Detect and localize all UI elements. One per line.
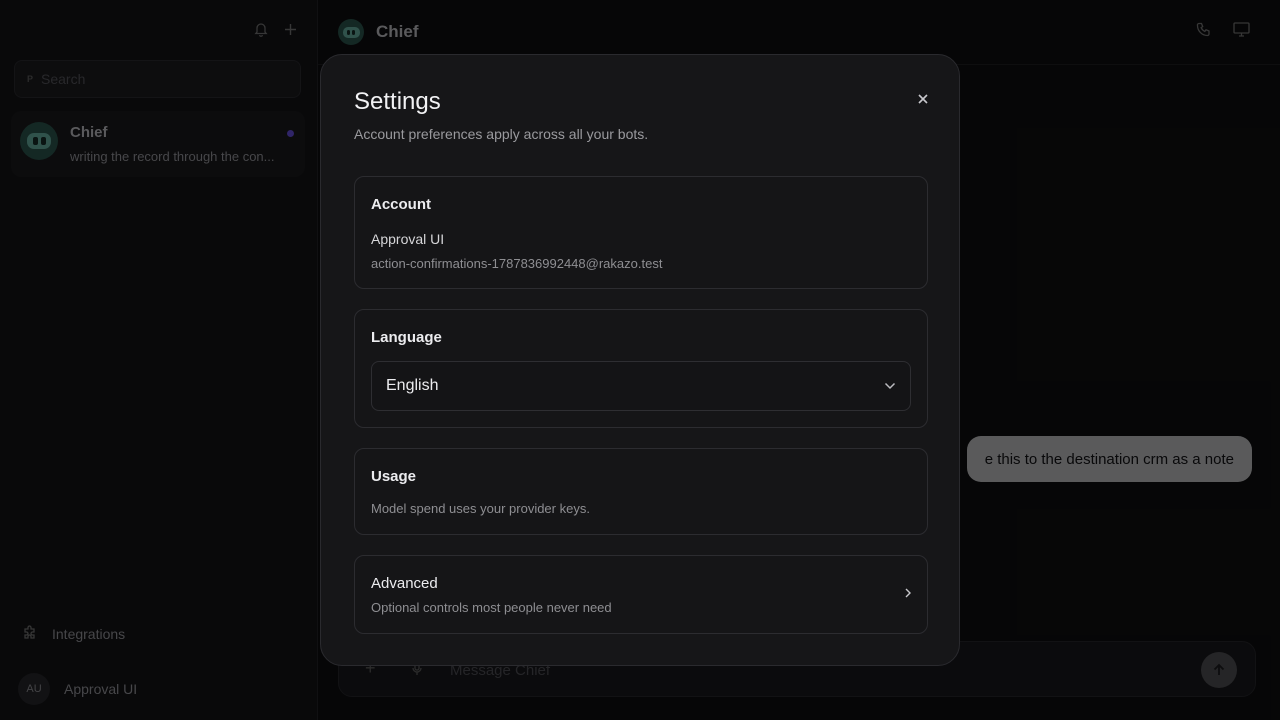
chevron-down-icon [884,382,896,390]
advanced-label: Advanced [371,575,438,592]
app-root: P Search Chief writing the record throug… [0,0,1280,720]
account-email: action-confirmations-1787836992448@rakaz… [371,256,663,271]
account-card: Account Approval UI action-confirmations… [354,176,928,289]
settings-subtitle: Account preferences apply across all you… [354,126,649,142]
advanced-description: Optional controls most people never need [371,600,612,615]
usage-card: Usage Model spend uses your provider key… [354,448,928,535]
usage-label: Usage [371,468,417,485]
advanced-card[interactable]: Advanced Optional controls most people n… [354,555,928,634]
settings-title: Settings [354,88,441,115]
usage-description: Model spend uses your provider keys. [371,501,590,516]
chevron-right-icon [905,585,911,601]
language-label: Language [371,329,442,346]
account-name: Approval UI [371,231,445,247]
settings-dialog: Settings Account preferences apply acros… [320,54,960,666]
language-value: English [386,377,439,394]
language-select[interactable]: English [371,361,911,411]
account-label: Account [371,196,431,213]
close-icon[interactable] [917,89,929,110]
language-card: Language English [354,309,928,428]
